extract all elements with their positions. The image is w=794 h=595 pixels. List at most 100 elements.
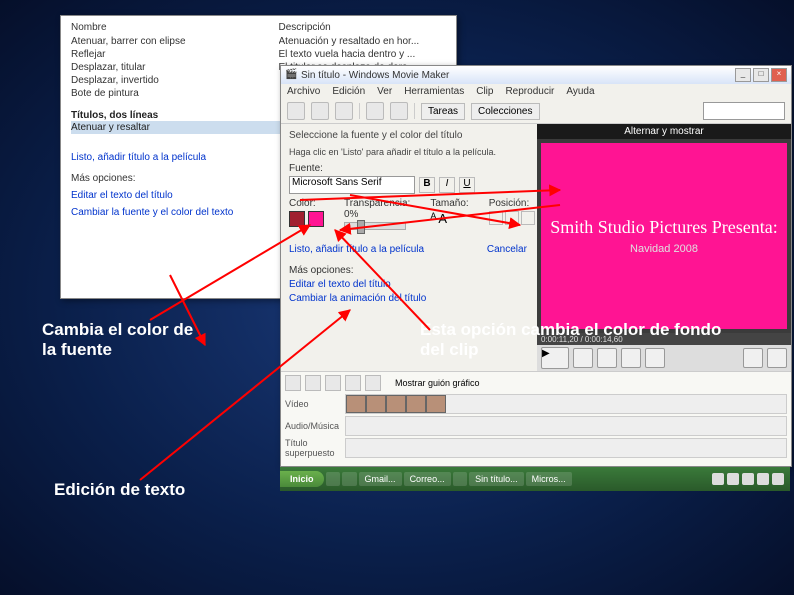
tray-icon[interactable] — [772, 473, 784, 485]
tl-tool-icon[interactable] — [345, 375, 361, 391]
clip-thumb[interactable] — [426, 395, 446, 413]
preview-line1: Smith Studio Pictures Presenta: — [550, 217, 778, 239]
annotation-edit-text: Edición de texto — [54, 480, 254, 500]
app-icon: 🎬 — [285, 69, 297, 81]
menu-item[interactable]: Edición — [332, 86, 365, 97]
align-left-icon[interactable] — [489, 211, 503, 225]
tl-tool-icon[interactable] — [365, 375, 381, 391]
taskbar-item[interactable] — [453, 472, 468, 486]
align-right-icon[interactable] — [521, 211, 535, 225]
minimize-button[interactable]: _ — [735, 68, 751, 82]
menu-item[interactable]: Ver — [377, 86, 392, 97]
list-item[interactable]: Desplazar, titular — [71, 61, 239, 74]
taskbar-item[interactable]: Micros... — [526, 472, 572, 486]
toolbar: Tareas Colecciones — [281, 99, 791, 124]
list-item[interactable]: Reflejar — [71, 48, 239, 61]
annotation-change-bg-color: Esta opción cambia el color de fondo del… — [420, 320, 730, 361]
system-tray — [706, 471, 790, 487]
windows-taskbar: Inicio Gmail... Correo... Sin título... … — [280, 467, 790, 491]
done-link[interactable]: Listo, añadir título a la película — [289, 244, 424, 255]
menu-item[interactable]: Clip — [476, 86, 493, 97]
more-options-header: Más opciones: — [289, 265, 529, 276]
edit-text-option-link[interactable]: Editar el texto del título — [289, 279, 529, 290]
font-label: Fuente: — [289, 163, 529, 174]
taskbar-item[interactable]: Gmail... — [359, 472, 402, 486]
timeline: Mostrar guión gráfico Vídeo Audio/Música… — [281, 371, 791, 466]
menu-item[interactable]: Archivo — [287, 86, 320, 97]
tray-icon[interactable] — [757, 473, 769, 485]
bg-color-swatch[interactable] — [308, 211, 324, 227]
bold-button[interactable]: B — [419, 177, 435, 193]
position-label: Posición: — [489, 198, 535, 209]
window-titlebar[interactable]: 🎬 Sin título - Windows Movie Maker _ □ × — [281, 66, 791, 84]
clip-thumb[interactable] — [406, 395, 426, 413]
tray-icon[interactable] — [712, 473, 724, 485]
zoom-in-icon[interactable] — [285, 375, 301, 391]
taskbar-item[interactable]: Sin título... — [469, 472, 524, 486]
collection-dropdown[interactable] — [703, 102, 785, 120]
align-center-icon[interactable] — [505, 211, 519, 225]
transparency-slider[interactable] — [344, 222, 406, 230]
task-subtext: Haga clic en 'Listo' para añadir el títu… — [289, 147, 529, 157]
cancel-link[interactable]: Cancelar — [487, 244, 527, 255]
size-decrease-icon[interactable]: A — [430, 211, 436, 226]
maximize-button[interactable]: □ — [753, 68, 769, 82]
menubar: Archivo Edición Ver Herramientas Clip Re… — [281, 84, 791, 99]
close-button[interactable]: × — [771, 68, 787, 82]
task-instruction: Seleccione la fuente y el color del títu… — [289, 130, 529, 141]
tray-icon[interactable] — [742, 473, 754, 485]
preview-panel-title: Alternar y mostrar — [537, 124, 791, 139]
italic-button[interactable]: I — [439, 177, 455, 193]
start-button[interactable]: Inicio — [280, 471, 324, 487]
list-item[interactable]: Desplazar, invertido — [71, 74, 239, 87]
separator — [359, 103, 360, 119]
preview-line2: Navidad 2008 — [630, 243, 698, 255]
preview-screen: Smith Studio Pictures Presenta: Navidad … — [541, 143, 787, 329]
taskbar-item[interactable] — [342, 472, 357, 486]
video-track-label: Vídeo — [285, 399, 345, 409]
tray-icon[interactable] — [727, 473, 739, 485]
collections-button[interactable]: Colecciones — [471, 103, 539, 120]
zoom-out-icon[interactable] — [305, 375, 321, 391]
tasks-button[interactable]: Tareas — [421, 103, 465, 120]
transparency-label: Transparencia: 0% — [344, 198, 410, 220]
taskbar-item[interactable]: Correo... — [404, 472, 451, 486]
list-item[interactable]: Atenuar, barrer con elipse — [71, 35, 239, 48]
overlay-track-label: Título superpuesto — [285, 438, 345, 458]
taskbar-item[interactable] — [326, 472, 341, 486]
save-icon[interactable] — [335, 102, 353, 120]
split-button[interactable] — [743, 348, 763, 368]
open-icon[interactable] — [311, 102, 329, 120]
menu-item[interactable]: Reproducir — [505, 86, 554, 97]
list-item: Atenuación y resaltado en hor... — [279, 35, 447, 48]
size-increase-icon[interactable]: A — [438, 211, 447, 226]
menu-item[interactable]: Ayuda — [566, 86, 594, 97]
menu-item[interactable]: Herramientas — [404, 86, 464, 97]
clip-thumb[interactable] — [386, 395, 406, 413]
clip-thumb[interactable] — [346, 395, 366, 413]
video-track[interactable] — [345, 394, 787, 414]
redo-icon[interactable] — [390, 102, 408, 120]
clip-thumb[interactable] — [366, 395, 386, 413]
snapshot-button[interactable] — [767, 348, 787, 368]
size-label: Tamaño: — [430, 198, 468, 209]
font-color-swatch[interactable] — [289, 211, 305, 227]
annotation-change-font-color: Cambia el color de la fuente — [42, 320, 212, 361]
new-project-icon[interactable] — [287, 102, 305, 120]
underline-button[interactable]: U — [459, 177, 475, 193]
window-title: Sin título - Windows Movie Maker — [301, 70, 449, 81]
undo-icon[interactable] — [366, 102, 384, 120]
audio-track[interactable] — [345, 416, 787, 436]
list-item: El texto vuela hacia dentro y ... — [279, 48, 447, 61]
separator — [414, 103, 415, 119]
change-animation-option-link[interactable]: Cambiar la animación del título — [289, 293, 529, 304]
color-label: Color: — [289, 198, 324, 209]
overlay-track[interactable] — [345, 438, 787, 458]
tl-tool-icon[interactable] — [325, 375, 341, 391]
font-select[interactable]: Microsoft Sans Serif — [289, 176, 415, 194]
show-storyboard-button[interactable]: Mostrar guión gráfico — [395, 378, 480, 388]
list-item[interactable]: Bote de pintura — [71, 87, 239, 100]
animation-names-list: Atenuar, barrer con elipse Reflejar Desp… — [71, 35, 239, 100]
col-header-desc: Descripción — [279, 22, 447, 33]
movie-maker-window: 🎬 Sin título - Windows Movie Maker _ □ ×… — [280, 65, 792, 467]
